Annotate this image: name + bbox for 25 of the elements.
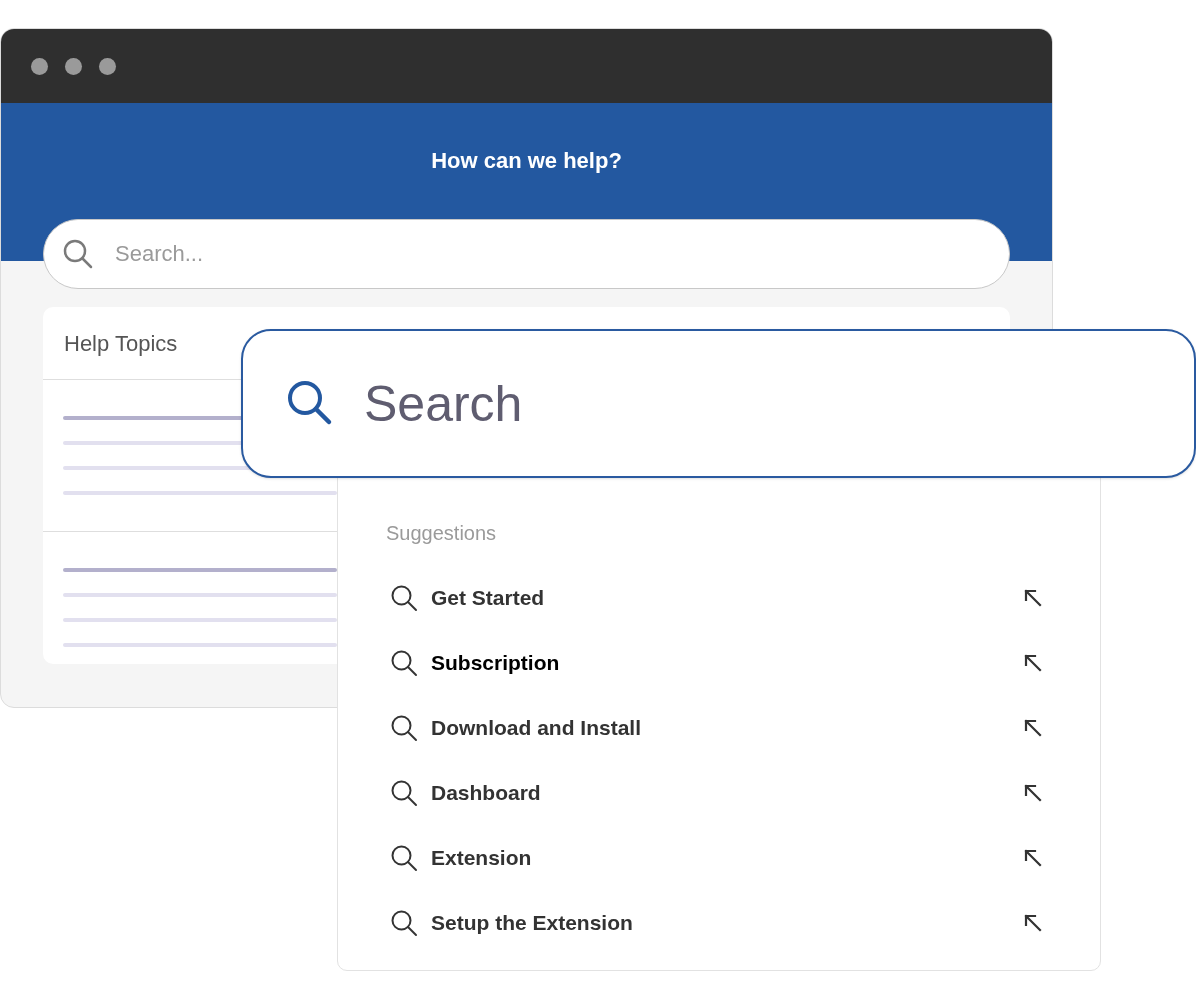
suggestion-item[interactable]: Setup the Extension [431,906,633,939]
suggestion-item[interactable]: Download and Install [431,711,641,744]
search-icon [390,908,418,937]
arrow-icon[interactable] [1024,718,1042,737]
search-field[interactable]: Search... [43,219,1010,289]
search-icon [62,238,94,270]
suggestion-item[interactable]: Dashboard [431,776,541,809]
arrow-icon[interactable] [1024,848,1042,867]
suggestions-heading: Suggestions [386,521,498,546]
search-icon [390,713,418,742]
search-bar[interactable]: Search [241,329,1196,478]
card-title: Help Topics [64,329,178,358]
arrow-icon[interactable] [1024,783,1042,802]
search-icon [390,843,418,872]
suggestion-item[interactable]: Subscription [431,646,560,679]
arrow-icon[interactable] [1024,588,1042,607]
search-icon [286,379,334,427]
suggestion-item[interactable]: Extension [431,841,532,874]
arrow-icon[interactable] [1024,913,1042,932]
search-icon [390,583,418,612]
search-icon [390,648,418,677]
arrow-icon[interactable] [1024,653,1042,672]
header-title: How can we help? [431,147,622,175]
search-icon [390,778,418,807]
suggestion-item[interactable]: Get Started [431,581,545,614]
